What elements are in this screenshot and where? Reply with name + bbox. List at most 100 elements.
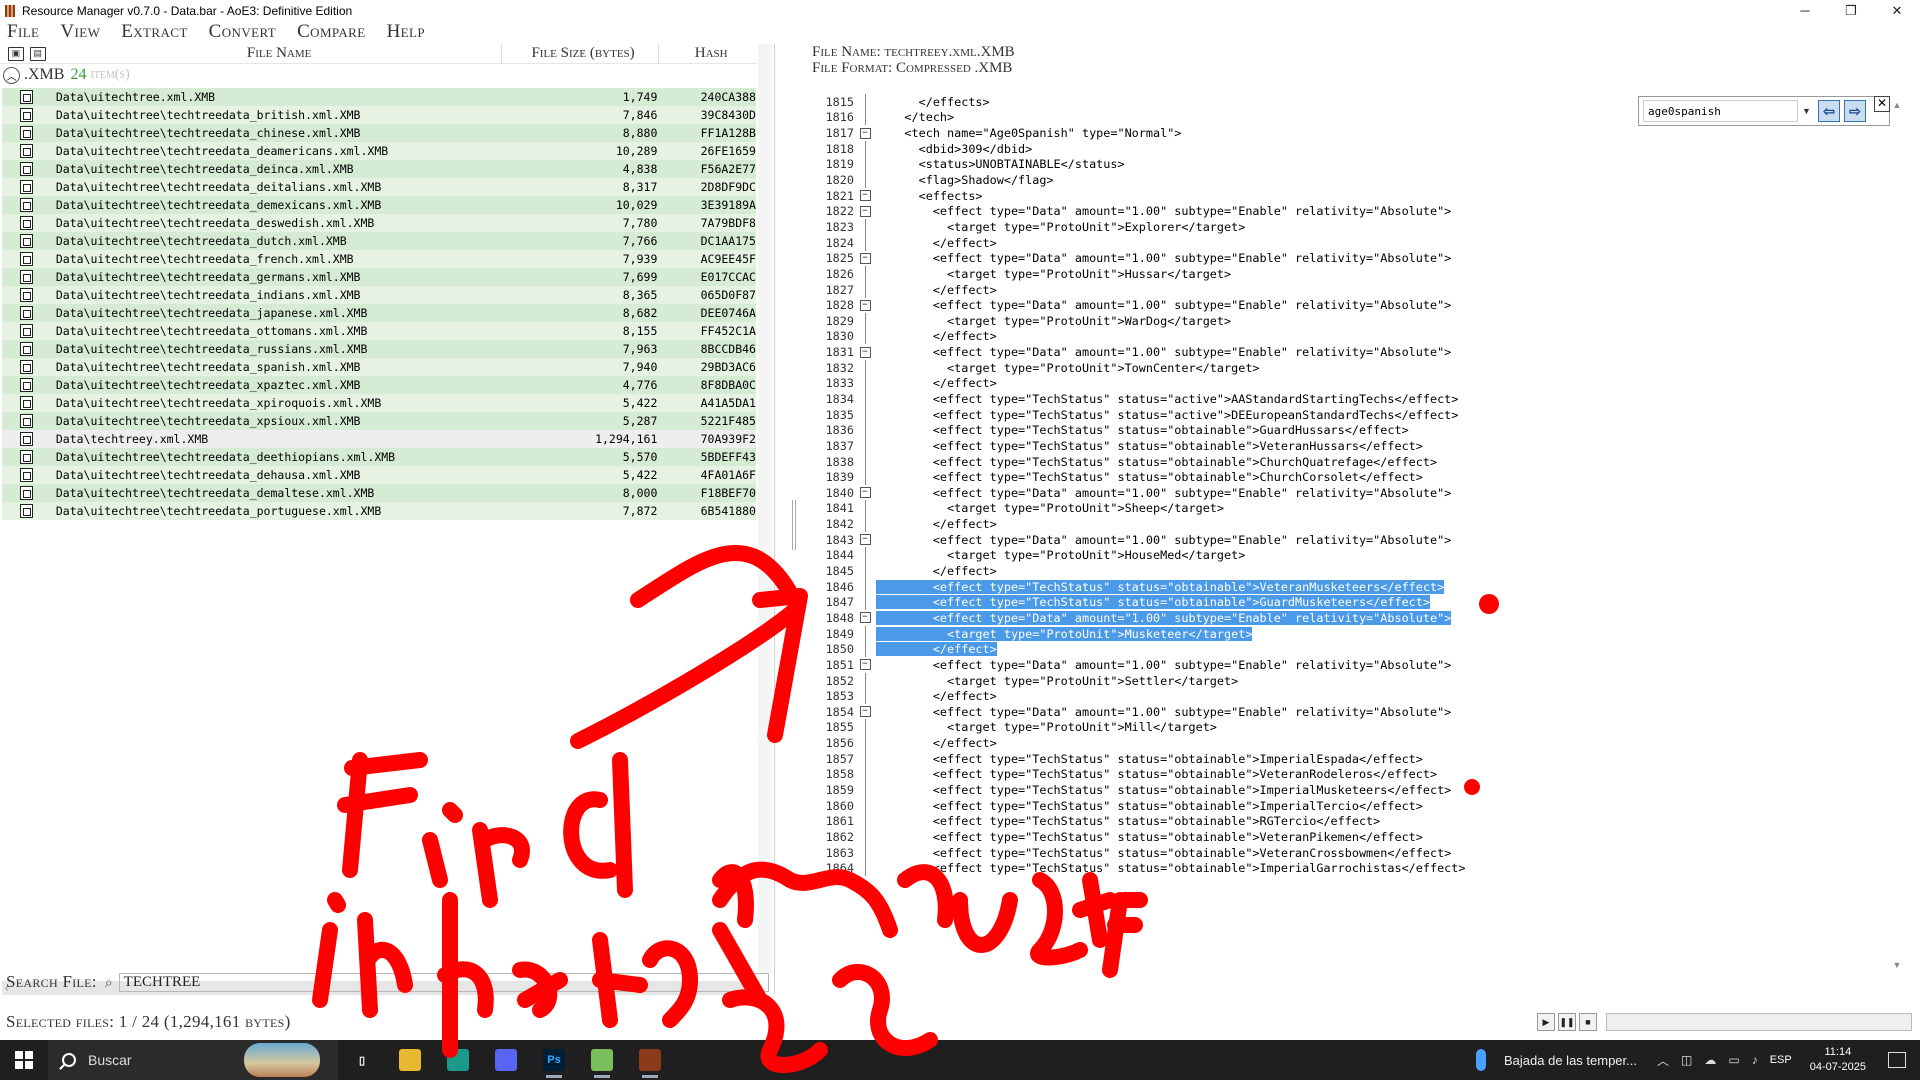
playback-progress[interactable] [1606, 1013, 1912, 1031]
code-line[interactable]: 1863 <effect type="TechStatus" status="o… [805, 844, 1905, 861]
file-row[interactable]: Data\uitechtree\techtreedata_french.xml.… [2, 250, 756, 268]
code-line[interactable]: 1821− <effects> [805, 188, 1905, 204]
code-line[interactable]: 1855 <target type="ProtoUnit">Mill</targ… [805, 719, 1905, 736]
menu-extract[interactable]: Extract [121, 21, 187, 43]
code-line[interactable]: 1840− <effect type="Data" amount="1.00" … [805, 485, 1905, 501]
file-row[interactable]: Data\uitechtree\techtreedata_xpiroquois.… [2, 394, 756, 412]
code-line[interactable]: 1846 <effect type="TechStatus" status="o… [805, 578, 1905, 595]
notepad-taskbar-button[interactable] [578, 1040, 626, 1080]
maximize-button[interactable]: ❐ [1828, 0, 1874, 21]
code-line[interactable]: 1844 <target type="ProtoUnit">HouseMed</… [805, 547, 1905, 564]
code-line[interactable]: 1831− <effect type="Data" amount="1.00" … [805, 344, 1905, 360]
code-line[interactable]: 1830 </effect> [805, 328, 1905, 345]
code-editor[interactable]: 1815 </effects> 1816 </tech> 1817− <tech n… [805, 94, 1905, 974]
fold-toggle-icon[interactable]: − [859, 534, 871, 546]
panel-splitter[interactable] [792, 500, 796, 550]
find-close-button[interactable]: ✕ [1874, 96, 1890, 112]
vertical-scrollbar[interactable] [758, 44, 772, 974]
close-button[interactable]: ✕ [1874, 0, 1920, 21]
code-line[interactable]: 1857 <effect type="TechStatus" status="o… [805, 750, 1905, 767]
find-next-button[interactable]: ⇨ [1844, 100, 1866, 122]
expand-all-icon[interactable]: ▣ [8, 46, 24, 61]
code-line[interactable]: 1849 <target type="ProtoUnit">Musketeer<… [805, 625, 1905, 642]
code-line[interactable]: 1850 </effect> [805, 641, 1905, 658]
code-line[interactable]: 1818 <dbid>309</dbid> [805, 140, 1905, 157]
menu-file[interactable]: File [7, 21, 39, 43]
code-line[interactable]: 1864 <effect type="TechStatus" status="o… [805, 860, 1905, 877]
fold-toggle-icon[interactable]: − [859, 487, 871, 499]
code-line[interactable]: 1826 <target type="ProtoUnit">Hussar</ta… [805, 265, 1905, 282]
discord-taskbar-button[interactable] [482, 1040, 530, 1080]
code-line[interactable]: 1861 <effect type="TechStatus" status="o… [805, 813, 1905, 830]
file-row[interactable]: Data\uitechtree\techtreedata_deitalians.… [2, 178, 756, 196]
search-input[interactable]: TECHTREE [118, 972, 769, 992]
file-row[interactable]: Data\uitechtree\techtreedata_japanese.xm… [2, 304, 756, 322]
code-line[interactable]: 1835 <effect type="TechStatus" status="a… [805, 406, 1905, 423]
collapse-all-icon[interactable]: ▤ [29, 46, 46, 61]
clock[interactable]: 11:14 04-07-2025 [1810, 1045, 1866, 1075]
file-row[interactable]: Data\uitechtree\techtreedata_ottomans.xm… [2, 322, 756, 340]
fold-toggle-icon[interactable]: − [859, 706, 871, 718]
file-row[interactable]: Data\uitechtree\techtreedata_british.xml… [2, 106, 756, 124]
code-line[interactable]: 1829 <target type="ProtoUnit">WarDog</ta… [805, 312, 1905, 329]
code-line[interactable]: 1843− <effect type="Data" amount="1.00" … [805, 532, 1905, 548]
column-file-size[interactable]: File Size (bytes) [500, 43, 659, 64]
fold-toggle-icon[interactable]: − [859, 190, 871, 202]
file-row[interactable]: Data\uitechtree\techtreedata_chinese.xml… [2, 124, 756, 142]
code-line[interactable]: 1824 </effect> [805, 234, 1905, 251]
find-input[interactable]: age0spanish [1643, 100, 1798, 122]
file-row[interactable]: Data\uitechtree\techtreedata_dehausa.xml… [2, 466, 756, 484]
code-line[interactable]: 1862 <effect type="TechStatus" status="o… [805, 828, 1905, 845]
file-group-header[interactable]: ︿ .XMB 24 item(s) [0, 66, 130, 84]
file-row[interactable]: Data\uitechtree\techtreedata_deamericans… [2, 142, 756, 160]
code-line[interactable]: 1820 <flag>Shadow</flag> [805, 172, 1905, 189]
file-explorer-taskbar-button[interactable] [386, 1040, 434, 1080]
code-line[interactable]: 1819 <status>UNOBTAINABLE</status> [805, 156, 1905, 173]
code-line[interactable]: 1838 <effect type="TechStatus" status="o… [805, 453, 1905, 470]
fold-toggle-icon[interactable]: − [859, 346, 871, 358]
code-line[interactable]: 1845 </effect> [805, 563, 1905, 580]
code-line[interactable]: 1833 </effect> [805, 375, 1905, 392]
scroll-down-icon[interactable]: ▼ [1893, 960, 1902, 970]
photoshop-taskbar-button[interactable]: Ps [530, 1040, 578, 1080]
find-previous-button[interactable]: ⇦ [1818, 100, 1840, 122]
menu-help[interactable]: Help [387, 21, 425, 43]
volume-icon[interactable]: ♪ [1752, 1053, 1758, 1067]
code-line[interactable]: 1837 <effect type="TechStatus" status="o… [805, 437, 1905, 454]
column-hash[interactable]: Hash [658, 43, 757, 64]
code-line[interactable]: 1851− <effect type="Data" amount="1.00" … [805, 657, 1905, 673]
language-indicator[interactable]: ESP [1770, 1054, 1792, 1066]
code-line[interactable]: 1839 <effect type="TechStatus" status="o… [805, 469, 1905, 486]
code-line[interactable]: 1854− <effect type="Data" amount="1.00" … [805, 704, 1905, 720]
editor-scrollbar[interactable]: ▲ ▼ [1890, 100, 1904, 970]
code-line[interactable]: 1823 <target type="ProtoUnit">Explorer</… [805, 218, 1905, 235]
fold-toggle-icon[interactable]: − [859, 299, 871, 311]
code-line[interactable]: 1860 <effect type="TechStatus" status="o… [805, 797, 1905, 814]
file-row[interactable]: Data\uitechtree\techtreedata_germans.xml… [2, 268, 756, 286]
fold-toggle-icon[interactable]: − [859, 127, 871, 139]
weather-text[interactable]: Bajada de las temper... [1504, 1053, 1637, 1068]
fold-toggle-icon[interactable]: − [859, 612, 871, 624]
file-row[interactable]: Data\uitechtree\techtreedata_deswedish.x… [2, 214, 756, 232]
code-line[interactable]: 1825− <effect type="Data" amount="1.00" … [805, 250, 1905, 266]
task-view-taskbar-button[interactable]: ▯ [338, 1040, 386, 1080]
stop-button[interactable]: ■ [1579, 1013, 1597, 1031]
chevron-up-icon[interactable]: ︿ [1657, 1052, 1669, 1069]
pause-button[interactable]: ❚❚ [1558, 1013, 1576, 1031]
column-file-name[interactable]: File Name [52, 44, 501, 64]
start-button[interactable] [0, 1040, 48, 1080]
find-dropdown-icon[interactable]: ▼ [1802, 106, 1814, 116]
collapse-group-icon[interactable]: ︿ [3, 66, 20, 84]
file-row[interactable]: Data\uitechtree\techtreedata_xpsioux.xml… [2, 412, 756, 430]
camera-icon[interactable]: ◫ [1681, 1053, 1692, 1067]
cloud-icon[interactable]: ☁ [1704, 1053, 1716, 1067]
fold-toggle-icon[interactable]: − [859, 659, 871, 671]
file-row[interactable]: Data\uitechtree\techtreedata_demexicans.… [2, 196, 756, 214]
taskbar-search[interactable]: Buscar [48, 1040, 338, 1080]
code-line[interactable]: 1822− <effect type="Data" amount="1.00" … [805, 203, 1905, 219]
notification-icon[interactable] [1888, 1052, 1906, 1068]
menu-view[interactable]: View [60, 21, 100, 43]
code-line[interactable]: 1832 <target type="ProtoUnit">TownCenter… [805, 359, 1905, 376]
code-line[interactable]: 1817− <tech name="Age0Spanish" type="Nor… [805, 125, 1905, 141]
fold-toggle-icon[interactable]: − [859, 205, 871, 217]
